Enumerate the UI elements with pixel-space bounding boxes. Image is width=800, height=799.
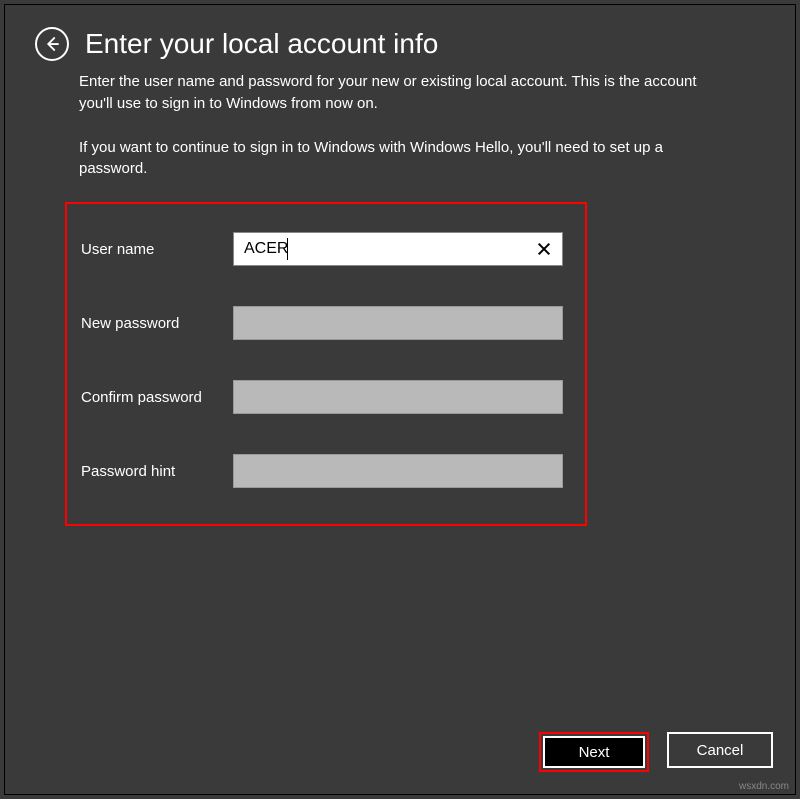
next-button-highlight: Next bbox=[539, 732, 649, 772]
description-p2: If you want to continue to sign in to Wi… bbox=[79, 137, 721, 181]
back-button[interactable] bbox=[35, 27, 69, 61]
username-input-wrap bbox=[233, 232, 563, 266]
page-title: Enter your local account info bbox=[85, 28, 438, 60]
password-hint-label: Password hint bbox=[81, 463, 233, 480]
footer-buttons: Next Cancel bbox=[539, 732, 773, 772]
close-icon bbox=[536, 241, 552, 257]
username-input[interactable] bbox=[233, 232, 563, 266]
username-label: User name bbox=[81, 241, 233, 258]
confirm-password-row: Confirm password bbox=[81, 380, 571, 414]
description-p1: Enter the user name and password for you… bbox=[79, 71, 721, 115]
password-hint-row: Password hint bbox=[81, 454, 571, 488]
new-password-label: New password bbox=[81, 315, 233, 332]
next-button[interactable]: Next bbox=[543, 736, 645, 768]
confirm-password-input[interactable] bbox=[233, 380, 563, 414]
new-password-input[interactable] bbox=[233, 306, 563, 340]
local-account-screen: Enter your local account info Enter the … bbox=[4, 4, 796, 795]
username-row: User name bbox=[81, 232, 571, 266]
password-hint-input[interactable] bbox=[233, 454, 563, 488]
confirm-password-label: Confirm password bbox=[81, 389, 233, 406]
clear-username-button[interactable] bbox=[529, 232, 559, 266]
new-password-row: New password bbox=[81, 306, 571, 340]
header: Enter your local account info bbox=[5, 5, 795, 71]
description: Enter the user name and password for you… bbox=[5, 71, 795, 180]
text-cursor bbox=[287, 238, 288, 260]
arrow-left-icon bbox=[43, 35, 61, 53]
watermark: wsxdn.com bbox=[739, 781, 789, 792]
cancel-button[interactable]: Cancel bbox=[667, 732, 773, 768]
form-highlight-box: User name New password Confirm password bbox=[65, 202, 587, 526]
